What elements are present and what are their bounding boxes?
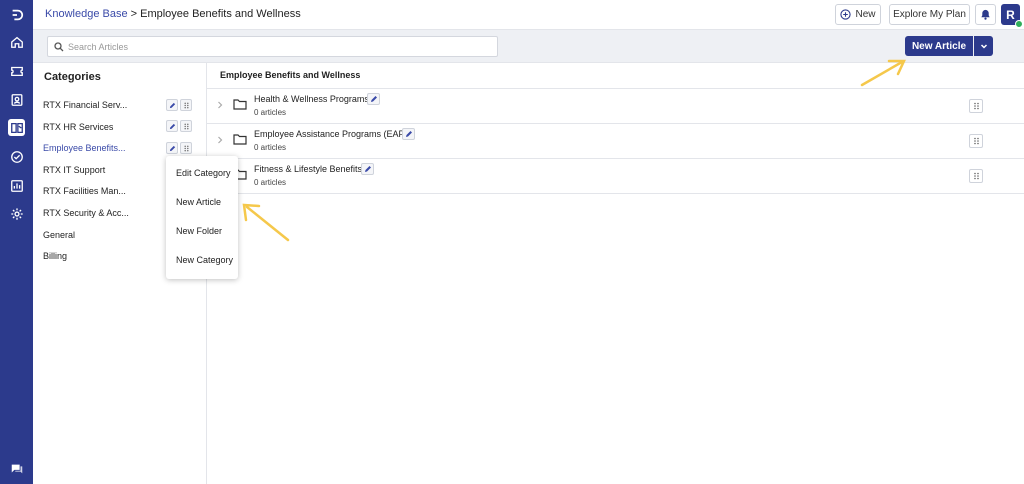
reports-icon[interactable] bbox=[8, 177, 25, 194]
chevron-right-icon[interactable] bbox=[216, 135, 224, 145]
page-title: Employee Benefits and Wellness bbox=[220, 70, 361, 80]
category-item[interactable]: RTX Facilities Man... bbox=[43, 186, 126, 196]
plus-circle-icon bbox=[840, 9, 852, 20]
home-icon[interactable] bbox=[8, 33, 25, 50]
drag-handle-icon[interactable] bbox=[180, 120, 192, 132]
settings-icon[interactable] bbox=[8, 205, 25, 222]
folder-article-count: 0 articles bbox=[254, 178, 287, 187]
new-article-label: New Article bbox=[911, 40, 967, 52]
folder-name[interactable]: Employee Assistance Programs (EAP) bbox=[254, 129, 408, 139]
tasks-icon[interactable] bbox=[8, 148, 25, 165]
online-status-dot bbox=[1015, 20, 1023, 28]
category-item-selected[interactable]: Employee Benefits... bbox=[43, 143, 126, 153]
top-header: Knowledge Base > Employee Benefits and W… bbox=[33, 0, 1024, 30]
category-item[interactable]: RTX IT Support bbox=[43, 165, 105, 175]
folder-article-count: 0 articles bbox=[254, 108, 287, 117]
category-item[interactable]: RTX Security & Acc... bbox=[43, 208, 129, 218]
category-item[interactable]: General bbox=[43, 230, 75, 240]
folder-row[interactable]: Health & Wellness Programs 0 articles bbox=[207, 89, 1024, 124]
avatar-initial: R bbox=[1006, 7, 1015, 22]
explore-my-plan-button[interactable]: Explore My Plan bbox=[889, 4, 970, 25]
chevron-right-icon[interactable] bbox=[216, 100, 224, 110]
menu-item-edit-category[interactable]: Edit Category bbox=[176, 168, 231, 178]
edit-icon[interactable] bbox=[361, 163, 374, 175]
breadcrumb-separator: > bbox=[130, 8, 138, 20]
chat-icon[interactable] bbox=[8, 460, 25, 477]
drag-handle-icon[interactable] bbox=[180, 99, 192, 111]
menu-item-new-article[interactable]: New Article bbox=[176, 197, 221, 207]
menu-item-new-folder[interactable]: New Folder bbox=[176, 226, 222, 236]
drag-handle-icon[interactable] bbox=[969, 169, 983, 183]
toolbar: New Article bbox=[33, 30, 1024, 63]
category-context-menu: Edit Category New Article New Folder New… bbox=[166, 156, 238, 279]
search-box[interactable] bbox=[47, 36, 498, 57]
category-item[interactable]: RTX HR Services bbox=[43, 122, 113, 132]
drag-handle-icon[interactable] bbox=[969, 134, 983, 148]
new-button-label: New bbox=[855, 9, 876, 20]
knowledge-base-icon[interactable] bbox=[8, 119, 25, 136]
ticket-icon[interactable] bbox=[8, 62, 25, 79]
edit-icon[interactable] bbox=[166, 120, 178, 132]
new-button[interactable]: New bbox=[835, 4, 881, 25]
breadcrumb-current: Employee Benefits and Wellness bbox=[140, 8, 301, 20]
contacts-icon[interactable] bbox=[8, 91, 25, 108]
notifications-button[interactable] bbox=[975, 4, 996, 25]
logo-icon[interactable] bbox=[8, 6, 25, 23]
folder-row[interactable]: Fitness & Lifestyle Benefits 0 articles bbox=[207, 159, 1024, 194]
edit-icon[interactable] bbox=[367, 93, 380, 105]
folder-article-count: 0 articles bbox=[254, 143, 287, 152]
categories-title: Categories bbox=[44, 71, 101, 83]
left-nav-rail bbox=[0, 0, 33, 484]
search-input[interactable] bbox=[68, 39, 488, 54]
menu-item-new-category[interactable]: New Category bbox=[176, 255, 233, 265]
drag-handle-icon[interactable] bbox=[180, 142, 192, 154]
chevron-down-icon bbox=[980, 44, 987, 49]
new-article-button[interactable]: New Article bbox=[905, 36, 973, 56]
drag-handle-icon[interactable] bbox=[969, 99, 983, 113]
user-avatar[interactable]: R bbox=[1001, 4, 1023, 28]
folder-icon bbox=[233, 99, 247, 110]
new-article-dropdown-button[interactable] bbox=[974, 36, 993, 56]
edit-icon[interactable] bbox=[166, 142, 178, 154]
search-icon bbox=[54, 42, 64, 52]
main-content: Employee Benefits and Wellness Health & … bbox=[207, 63, 1024, 484]
explore-my-plan-label: Explore My Plan bbox=[893, 9, 966, 20]
folder-row[interactable]: Employee Assistance Programs (EAP) 0 art… bbox=[207, 124, 1024, 159]
folder-name[interactable]: Fitness & Lifestyle Benefits bbox=[254, 164, 362, 174]
breadcrumb-root-link[interactable]: Knowledge Base bbox=[45, 8, 128, 20]
category-item[interactable]: Billing bbox=[43, 251, 67, 261]
folder-name[interactable]: Health & Wellness Programs bbox=[254, 94, 369, 104]
folder-icon bbox=[233, 134, 247, 145]
edit-icon[interactable] bbox=[402, 128, 415, 140]
category-item[interactable]: RTX Financial Serv... bbox=[43, 100, 127, 110]
bell-icon bbox=[981, 9, 990, 20]
edit-icon[interactable] bbox=[166, 99, 178, 111]
breadcrumb: Knowledge Base > Employee Benefits and W… bbox=[45, 8, 301, 20]
